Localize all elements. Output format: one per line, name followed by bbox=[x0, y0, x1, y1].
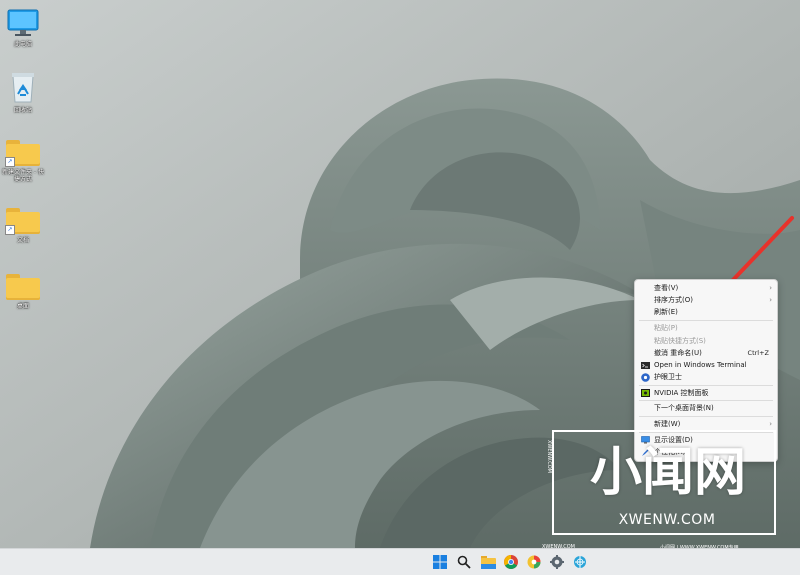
menu-item-paste[interactable]: 粘贴(P) bbox=[635, 322, 777, 334]
start-button[interactable] bbox=[432, 554, 448, 570]
menu-separator bbox=[639, 416, 773, 417]
menu-item-undo-rename[interactable]: 撤消 重命名(U) Ctrl+Z bbox=[635, 347, 777, 359]
taskbar-settings[interactable] bbox=[549, 554, 565, 570]
desktop-icon-this-pc[interactable]: 此电脑 bbox=[0, 8, 46, 48]
taskbar-color-app[interactable] bbox=[526, 554, 542, 570]
network-app-icon bbox=[574, 556, 586, 568]
settings-icon bbox=[550, 555, 564, 569]
shortcut-hint: Ctrl+Z bbox=[747, 349, 769, 357]
menu-item-sort-by[interactable]: 排序方式(O) › bbox=[635, 294, 777, 306]
desktop-icon-desktop[interactable]: 桌面 bbox=[0, 274, 46, 310]
taskbar-search-button[interactable] bbox=[456, 554, 472, 570]
watermark-logo-text: 小闻网 bbox=[589, 443, 746, 503]
watermark-url: XWENW.COM bbox=[618, 512, 716, 528]
recycle-bin-icon bbox=[12, 73, 34, 103]
desktop-icon-label: 回收站 bbox=[13, 107, 32, 114]
chevron-right-icon: › bbox=[769, 420, 772, 428]
folder-icon bbox=[6, 274, 40, 300]
desktop-icon-recycle-bin[interactable]: 回收站 bbox=[0, 70, 46, 114]
watermark-side-text: XWENW.COM bbox=[546, 440, 552, 473]
desktop-icon-label: 此电脑 bbox=[13, 41, 32, 48]
folder-shortcut-icon: ↗ bbox=[5, 140, 40, 167]
desktop-icon-label: 桌面 bbox=[16, 303, 29, 310]
taskbar-network-app[interactable] bbox=[572, 554, 588, 570]
nvidia-icon bbox=[640, 388, 650, 398]
menu-item-next-background[interactable]: 下一个桌面背景(N) bbox=[635, 402, 777, 414]
eye-care-icon bbox=[640, 372, 650, 382]
menu-item-view[interactable]: 查看(V) › bbox=[635, 282, 777, 294]
desktop-icon-documents[interactable]: ↗ 文档 bbox=[0, 208, 46, 244]
chevron-right-icon: › bbox=[769, 284, 772, 292]
folder-shortcut-icon: ↗ bbox=[5, 208, 40, 235]
menu-item-eye-care[interactable]: 护眼卫士 bbox=[635, 371, 777, 383]
menu-item-nvidia-control-panel[interactable]: NVIDIA 控制面板 bbox=[635, 387, 777, 399]
desktop-icon-new-folder-shortcut[interactable]: ↗ 新建文件夹 - 快捷方式 bbox=[0, 140, 46, 183]
menu-separator bbox=[639, 385, 773, 386]
chrome-icon bbox=[504, 555, 518, 569]
desktop-icon-label: 文档 bbox=[16, 237, 29, 244]
menu-separator bbox=[639, 320, 773, 321]
terminal-icon bbox=[640, 360, 650, 370]
menu-item-paste-shortcut[interactable]: 粘贴快捷方式(S) bbox=[635, 335, 777, 347]
file-explorer-icon bbox=[480, 555, 496, 569]
menu-item-new[interactable]: 新建(W) › bbox=[635, 418, 777, 430]
desktop-icon-label: 新建文件夹 - 快捷方式 bbox=[2, 169, 44, 183]
menu-separator bbox=[639, 400, 773, 401]
search-icon bbox=[457, 555, 471, 569]
chevron-right-icon: › bbox=[769, 296, 772, 304]
taskbar-chrome[interactable] bbox=[503, 554, 519, 570]
color-app-icon bbox=[527, 555, 541, 569]
taskbar-file-explorer[interactable] bbox=[480, 554, 496, 570]
menu-item-open-terminal[interactable]: Open in Windows Terminal bbox=[635, 359, 777, 371]
taskbar bbox=[0, 548, 800, 575]
start-icon bbox=[433, 555, 447, 569]
computer-icon bbox=[7, 9, 39, 36]
menu-item-refresh[interactable]: 刷新(E) bbox=[635, 306, 777, 318]
